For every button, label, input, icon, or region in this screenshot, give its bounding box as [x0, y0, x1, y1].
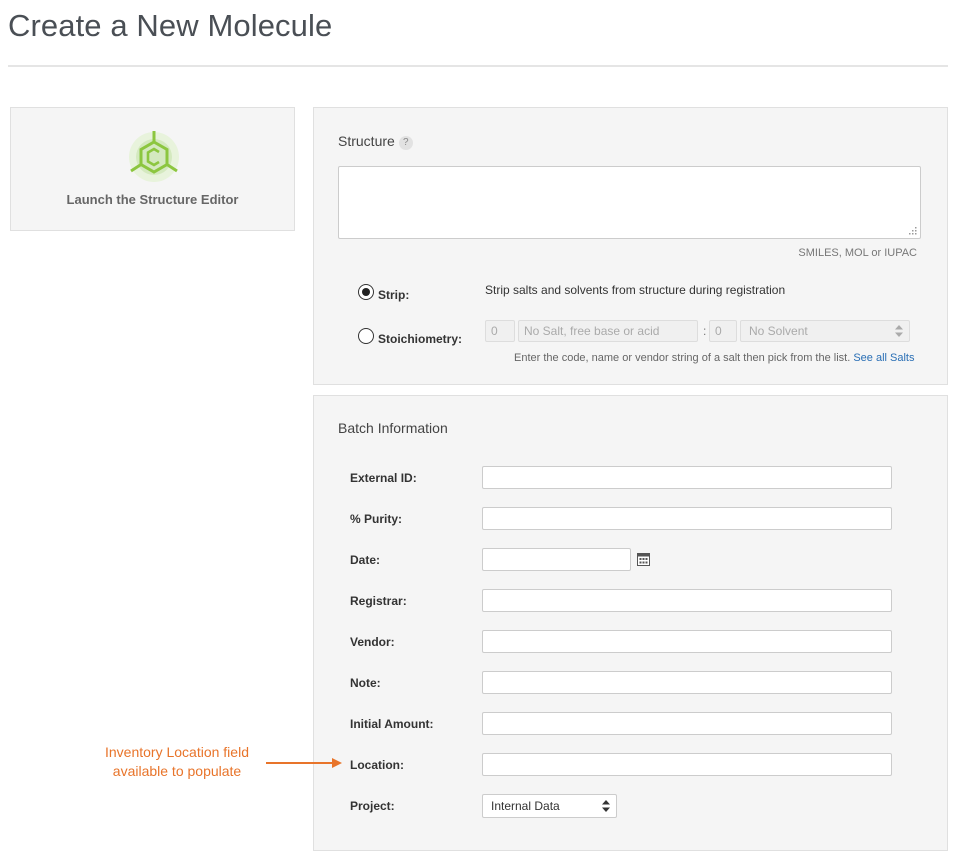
help-icon[interactable]: ? [398, 136, 413, 150]
batch-information-panel: Batch Information External ID: % Purity:… [313, 395, 948, 851]
vendor-input[interactable] [482, 630, 892, 653]
project-label: Project: [350, 799, 395, 813]
title-divider [8, 65, 948, 67]
structure-panel: Structure? SMILES, MOL or IUPAC Strip: S… [313, 107, 948, 385]
date-input[interactable] [482, 548, 631, 571]
strip-description: Strip salts and solvents from structure … [485, 283, 786, 297]
select-arrows-icon [895, 325, 903, 337]
see-all-salts-link[interactable]: See all Salts [853, 352, 914, 364]
stoichiometry-radio[interactable] [358, 328, 374, 344]
annotation-arrow-icon [266, 758, 342, 768]
structure-editor-icon [129, 131, 179, 182]
salt-solvent-separator: : [703, 324, 707, 338]
salt-help-message: Enter the code, name or vendor string of… [514, 352, 851, 364]
initial-amount-input[interactable] [482, 712, 892, 735]
solvent-select-value: No Solvent [749, 324, 808, 338]
initial-amount-label: Initial Amount: [350, 717, 434, 731]
calendar-icon[interactable] [637, 553, 650, 566]
location-label: Location: [350, 758, 404, 772]
solvent-select[interactable]: No Solvent [740, 320, 910, 342]
location-annotation: Inventory Location field available to po… [96, 743, 258, 781]
launch-editor-label: Launch the Structure Editor [66, 192, 239, 207]
purity-input[interactable] [482, 507, 892, 530]
salt-count-input[interactable]: 0 [485, 320, 515, 342]
batch-title: Batch Information [338, 420, 448, 436]
launch-structure-editor-button[interactable]: Launch the Structure Editor [10, 107, 295, 231]
structure-input[interactable] [338, 166, 921, 239]
registrar-label: Registrar: [350, 594, 407, 608]
strip-radio[interactable] [358, 284, 374, 300]
registrar-input[interactable] [482, 589, 892, 612]
structure-heading: Structure? [338, 133, 413, 150]
note-label: Note: [350, 676, 381, 690]
annotation-line-1: Inventory Location field [105, 744, 249, 760]
strip-label: Strip: [378, 288, 410, 302]
salt-help-text: Enter the code, name or vendor string of… [514, 352, 915, 364]
page-title: Create a New Molecule [8, 8, 333, 43]
structure-title: Structure [338, 133, 395, 149]
purity-label: % Purity: [350, 512, 403, 526]
project-select[interactable]: Internal Data [482, 794, 617, 818]
project-select-value: Internal Data [491, 799, 560, 813]
salt-input[interactable]: No Salt, free base or acid [518, 320, 698, 342]
external-id-input[interactable] [482, 466, 892, 489]
note-input[interactable] [482, 671, 892, 694]
stoichiometry-label: Stoichiometry: [378, 332, 463, 346]
solvent-count-input[interactable]: 0 [709, 320, 737, 342]
date-label: Date: [350, 553, 381, 567]
vendor-label: Vendor: [350, 635, 395, 649]
external-id-label: External ID: [350, 471, 417, 485]
resize-handle-icon[interactable] [908, 226, 917, 235]
annotation-line-2: available to populate [112, 763, 242, 779]
structure-format-hint: SMILES, MOL or IUPAC [798, 247, 917, 259]
select-arrows-icon [602, 800, 610, 812]
location-input[interactable] [482, 753, 892, 776]
